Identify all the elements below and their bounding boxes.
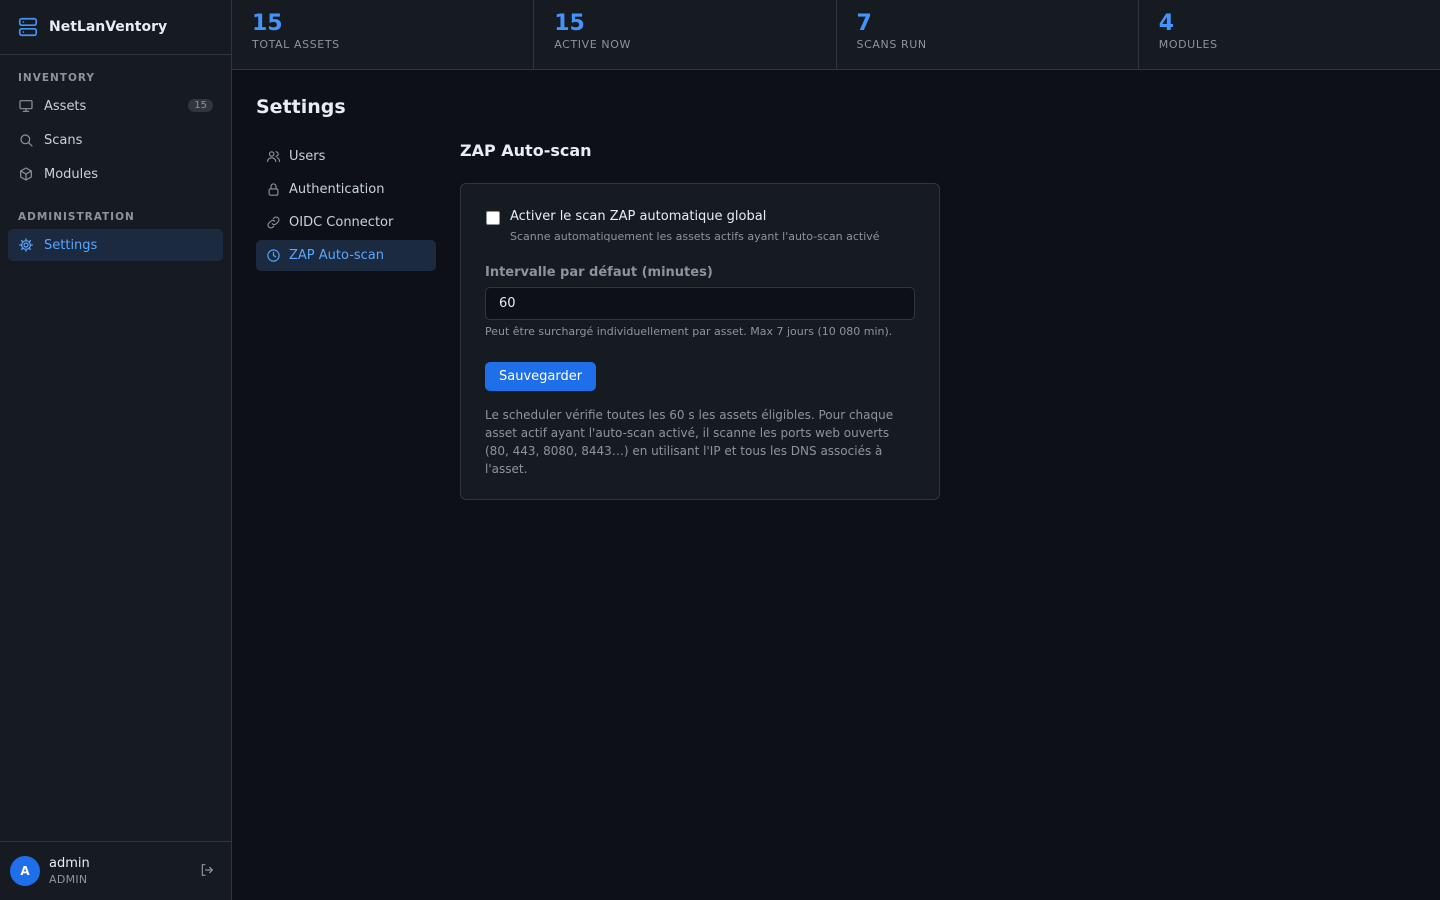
- stat-label: MODULES: [1158, 38, 1218, 51]
- sidebar: NetLanVentory INVENTORY Assets 15 Scans …: [0, 0, 232, 900]
- sidebar-item-label: Assets: [44, 98, 87, 114]
- user-bar: A admin ADMIN: [0, 841, 231, 900]
- monitor-icon: [18, 98, 34, 114]
- sidebar-item-label: Settings: [44, 237, 98, 253]
- settings-nav-label: ZAP Auto-scan: [289, 248, 385, 263]
- server-icon: [17, 16, 39, 38]
- user-name: admin: [49, 856, 90, 871]
- section-title: ZAP Auto-scan: [460, 141, 592, 160]
- page-title: Settings: [256, 96, 346, 118]
- stat-value: 15: [252, 11, 283, 36]
- sidebar-item-scans[interactable]: Scans: [8, 124, 223, 156]
- scheduler-info-text: Le scheduler vérifie toutes les 60 s les…: [485, 408, 894, 476]
- sidebar-item-label: Modules: [44, 166, 99, 182]
- clock-icon: [266, 248, 281, 263]
- stat-value: 7: [856, 11, 872, 36]
- stat-scans-run: 7 SCANS RUN: [836, 0, 1139, 69]
- zap-settings-card: Activer le scan ZAP automatique global S…: [460, 183, 940, 500]
- users-icon: [266, 149, 281, 164]
- search-icon: [18, 132, 34, 148]
- settings-nav-zap-auto-scan[interactable]: ZAP Auto-scan: [256, 240, 436, 271]
- sidebar-item-modules[interactable]: Modules: [8, 158, 223, 190]
- gear-icon: [18, 237, 34, 253]
- auto-scan-checkbox[interactable]: [486, 211, 500, 225]
- cube-icon: [18, 166, 34, 182]
- stat-total-assets: 15 TOTAL ASSETS: [232, 0, 535, 69]
- stat-label: TOTAL ASSETS: [252, 38, 340, 51]
- settings-nav-users[interactable]: Users: [256, 141, 436, 172]
- stat-label: ACTIVE NOW: [554, 38, 631, 51]
- sidebar-item-settings[interactable]: Settings: [8, 229, 223, 261]
- interval-input[interactable]: [485, 287, 915, 320]
- stat-value: 15: [554, 11, 585, 36]
- interval-label: Intervalle par défaut (minutes): [485, 265, 713, 280]
- stat-modules: 4 MODULES: [1138, 0, 1440, 69]
- link-icon: [266, 215, 281, 230]
- avatar[interactable]: A: [10, 856, 40, 886]
- save-button[interactable]: Sauvegarder: [485, 362, 597, 391]
- assets-count-badge: 15: [188, 99, 213, 112]
- user-role: ADMIN: [49, 873, 88, 886]
- settings-nav-label: OIDC Connector: [289, 215, 394, 230]
- settings-nav-label: Users: [289, 149, 326, 164]
- sidebar-item-label: Scans: [44, 132, 83, 148]
- sidebar-item-assets[interactable]: Assets 15: [8, 90, 223, 122]
- section-administration: ADMINISTRATION: [18, 211, 135, 223]
- stat-value: 4: [1158, 11, 1175, 36]
- settings-nav-label: Authentication: [289, 182, 385, 197]
- section-inventory: INVENTORY: [18, 72, 95, 84]
- interval-hint: Peut être surchargé individuellement par…: [485, 325, 893, 338]
- stat-active-now: 15 ACTIVE NOW: [534, 0, 837, 69]
- settings-nav-authentication[interactable]: Authentication: [256, 174, 436, 205]
- settings-nav-oidc-connector[interactable]: OIDC Connector: [256, 207, 436, 238]
- stat-label: SCANS RUN: [856, 38, 927, 51]
- logout-icon[interactable]: [199, 862, 215, 878]
- brand[interactable]: NetLanVentory: [0, 0, 231, 55]
- auto-scan-checkbox-hint: Scanne automatiquement les assets actifs…: [510, 230, 880, 243]
- lock-icon: [266, 182, 281, 197]
- app-name: NetLanVentory: [49, 19, 168, 35]
- stats-bar: 15 TOTAL ASSETS 15 ACTIVE NOW 7 SCANS RU…: [232, 0, 1440, 70]
- auto-scan-checkbox-label[interactable]: Activer le scan ZAP automatique global: [510, 209, 766, 224]
